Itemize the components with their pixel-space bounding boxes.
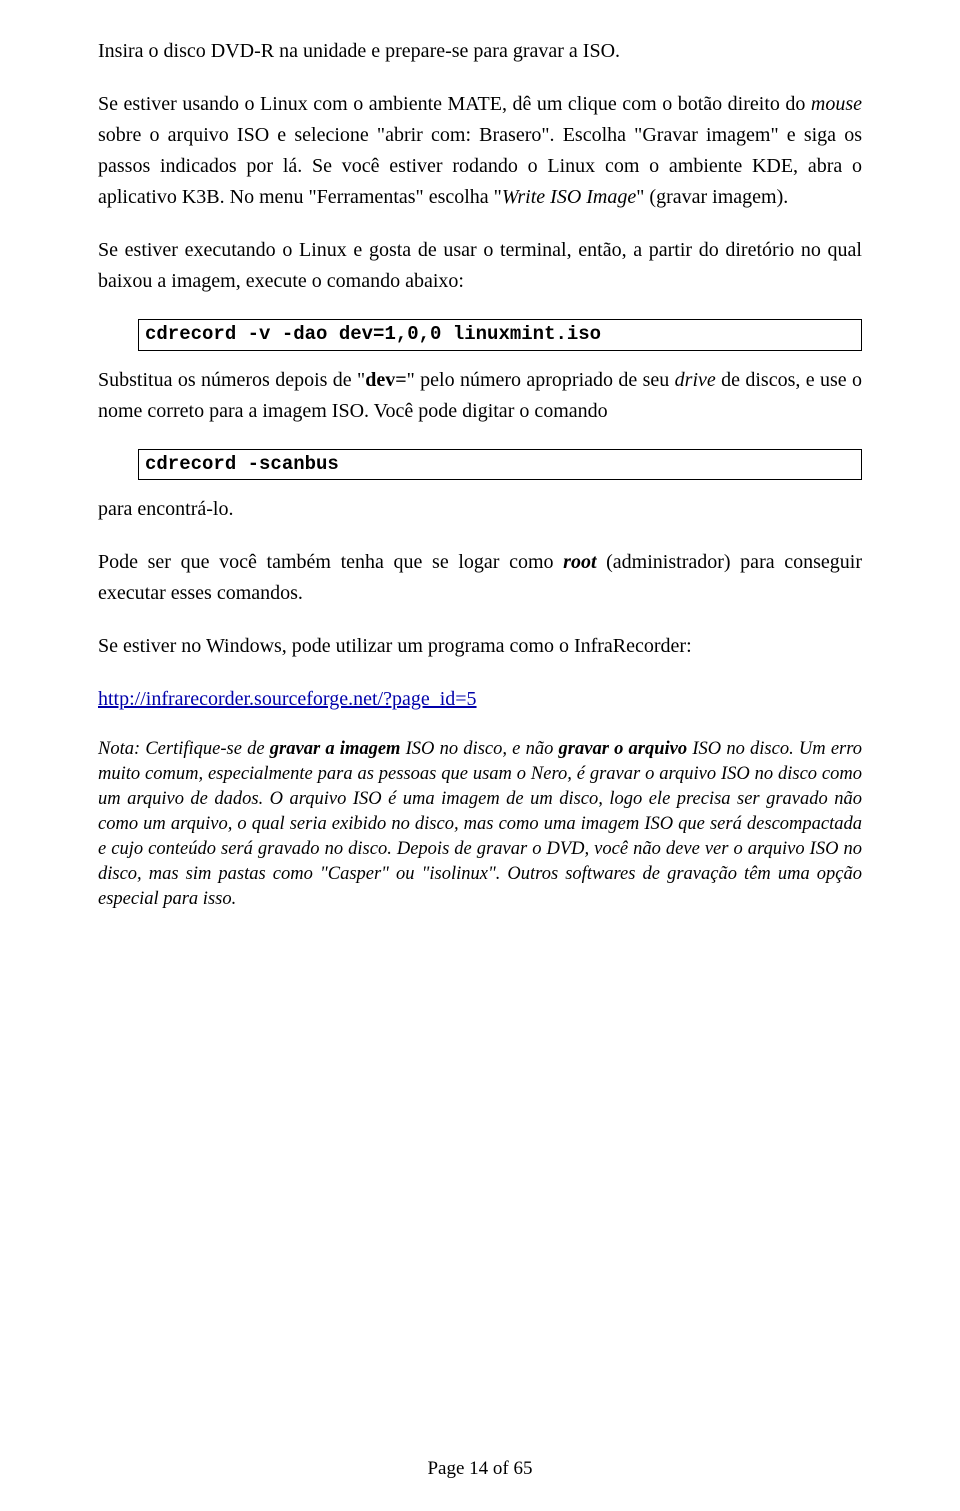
text: ISO no disco. Um erro muito comum, espec… [98, 739, 862, 909]
text: Substitua os números depois de " [98, 369, 365, 391]
text: " pelo número apropriado de seu [407, 369, 675, 391]
text: Se estiver usando o Linux com o ambiente… [98, 93, 811, 115]
page-footer: Page 14 of 65 [0, 1454, 960, 1483]
paragraph-find: para encontrá-lo. [98, 494, 862, 525]
bold-root: root [563, 551, 596, 573]
text: " (gravar imagem). [636, 186, 788, 208]
paragraph-terminal: Se estiver executando o Linux e gosta de… [98, 235, 862, 297]
paragraph-windows: Se estiver no Windows, pode utilizar um … [98, 631, 862, 662]
paragraph-intro: Insira o disco DVD-R na unidade e prepar… [98, 36, 862, 67]
note-paragraph: Nota: Certifique-se de gravar a imagem I… [98, 737, 862, 912]
document-page: Insira o disco DVD-R na unidade e prepar… [0, 0, 960, 1511]
italic-write-iso: Write ISO Image [502, 186, 636, 208]
text: Nota: Certifique-se de [98, 739, 270, 759]
code-cdrecord-burn: cdrecord -v -dao dev=1,0,0 linuxmint.iso [138, 319, 862, 351]
text: ISO no disco, e não [400, 739, 558, 759]
bold-gravar-arquivo: gravar o arquivo [559, 739, 688, 759]
text: Pode ser que você também tenha que se lo… [98, 551, 563, 573]
italic-drive: drive [675, 369, 716, 391]
italic-mouse: mouse [811, 93, 862, 115]
link-paragraph: http://infrarecorder.sourceforge.net/?pa… [98, 684, 862, 715]
code-cdrecord-scanbus: cdrecord -scanbus [138, 449, 862, 481]
bold-gravar-imagem: gravar a imagem [270, 739, 401, 759]
paragraph-root: Pode ser que você também tenha que se lo… [98, 547, 862, 609]
infrarecorder-link[interactable]: http://infrarecorder.sourceforge.net/?pa… [98, 688, 477, 710]
bold-dev: dev= [365, 369, 406, 391]
paragraph-dev-note: Substitua os números depois de "dev=" pe… [98, 365, 862, 427]
paragraph-mate-kde: Se estiver usando o Linux com o ambiente… [98, 89, 862, 213]
